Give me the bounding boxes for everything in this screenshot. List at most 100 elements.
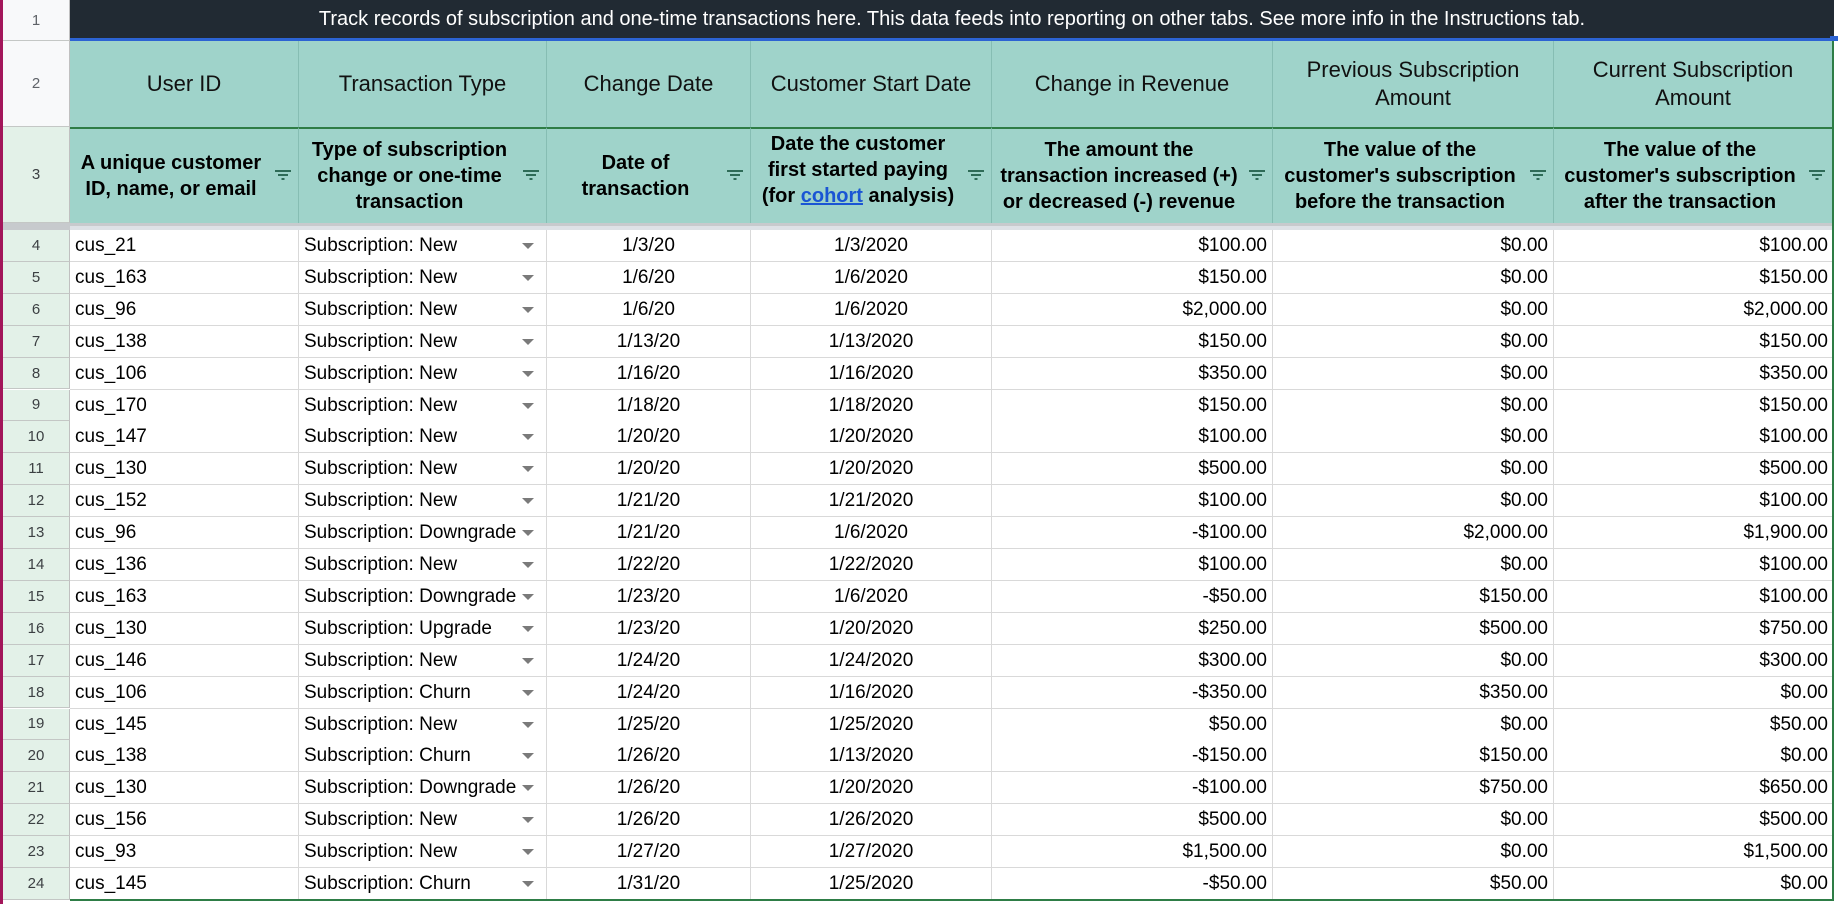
cell-change-in-revenue[interactable]: $150.00: [992, 389, 1273, 422]
cell-user-id[interactable]: cus_106: [70, 357, 299, 390]
cell-change-date[interactable]: 1/16/20: [547, 357, 751, 390]
cell-user-id[interactable]: cus_145: [70, 708, 299, 741]
cell-change-date[interactable]: 1/20/20: [547, 453, 751, 486]
cell-customer-start-date[interactable]: 1/25/2020: [751, 868, 992, 900]
cell-change-date[interactable]: 1/23/20: [547, 612, 751, 645]
cell-transaction-type[interactable]: Subscription: New: [299, 836, 547, 869]
cell-change-in-revenue[interactable]: $2,000.00: [992, 293, 1273, 326]
row-header-7[interactable]: 7: [3, 325, 70, 358]
column-title-change-date[interactable]: Change Date: [547, 41, 751, 127]
cell-change-date[interactable]: 1/3/20: [547, 230, 751, 262]
cell-change-in-revenue[interactable]: $100.00: [992, 230, 1273, 262]
cell-previous-subscription-amount[interactable]: $0.00: [1273, 357, 1554, 390]
cell-change-date[interactable]: 1/6/20: [547, 261, 751, 294]
row-header-2[interactable]: 2: [3, 41, 70, 127]
row-header-15[interactable]: 15: [3, 580, 70, 613]
cell-previous-subscription-amount[interactable]: $0.00: [1273, 836, 1554, 869]
cell-previous-subscription-amount[interactable]: $2,000.00: [1273, 517, 1554, 550]
dropdown-arrow-icon[interactable]: [522, 243, 534, 249]
dropdown-arrow-icon[interactable]: [522, 881, 534, 887]
filter-icon[interactable]: [275, 169, 291, 181]
cell-user-id[interactable]: cus_138: [70, 740, 299, 773]
cell-customer-start-date[interactable]: 1/6/2020: [751, 517, 992, 550]
filter-icon[interactable]: [968, 169, 984, 181]
row-header-20[interactable]: 20: [3, 740, 70, 773]
row-header-1[interactable]: 1: [3, 0, 70, 41]
cell-current-subscription-amount[interactable]: $750.00: [1554, 612, 1834, 645]
dropdown-arrow-icon[interactable]: [522, 785, 534, 792]
cell-change-in-revenue[interactable]: $150.00: [992, 325, 1273, 358]
row-header-3[interactable]: 3: [3, 127, 70, 223]
cell-customer-start-date[interactable]: 1/20/2020: [751, 612, 992, 645]
cell-user-id[interactable]: cus_138: [70, 325, 299, 358]
cell-previous-subscription-amount[interactable]: $0.00: [1273, 325, 1554, 358]
cell-change-date[interactable]: 1/20/20: [547, 421, 751, 454]
cell-transaction-type[interactable]: Subscription: Churn: [299, 676, 547, 709]
cell-current-subscription-amount[interactable]: $100.00: [1554, 421, 1834, 454]
dropdown-arrow-icon[interactable]: [522, 562, 534, 568]
cell-current-subscription-amount[interactable]: $150.00: [1554, 261, 1834, 294]
cell-change-date[interactable]: 1/18/20: [547, 389, 751, 422]
cell-change-in-revenue[interactable]: -$350.00: [992, 676, 1273, 709]
row-header-21[interactable]: 21: [3, 772, 70, 805]
filter-icon[interactable]: [523, 169, 539, 181]
filter-icon[interactable]: [1809, 169, 1825, 181]
cell-current-subscription-amount[interactable]: $1,500.00: [1554, 836, 1834, 869]
row-header-12[interactable]: 12: [3, 485, 70, 518]
cell-user-id[interactable]: cus_145: [70, 868, 299, 900]
column-title-current-subscription-amount[interactable]: Current Subscription Amount: [1554, 41, 1834, 127]
filter-icon[interactable]: [727, 169, 743, 181]
cell-change-in-revenue[interactable]: $100.00: [992, 549, 1273, 581]
column-description-current-subscription-amount[interactable]: The value of the customer's subscription…: [1554, 127, 1834, 223]
cell-customer-start-date[interactable]: 1/3/2020: [751, 230, 992, 262]
row-header-19[interactable]: 19: [3, 708, 70, 741]
cell-change-in-revenue[interactable]: -$50.00: [992, 580, 1273, 613]
cell-transaction-type[interactable]: Subscription: New: [299, 230, 547, 262]
cell-customer-start-date[interactable]: 1/13/2020: [751, 740, 992, 773]
row-header-18[interactable]: 18: [3, 676, 70, 709]
row-header-11[interactable]: 11: [3, 453, 70, 486]
cell-change-date[interactable]: 1/23/20: [547, 580, 751, 613]
cell-current-subscription-amount[interactable]: $500.00: [1554, 453, 1834, 486]
column-title-user-id[interactable]: User ID: [70, 41, 299, 127]
cell-change-in-revenue[interactable]: $150.00: [992, 261, 1273, 294]
dropdown-arrow-icon[interactable]: [522, 689, 534, 696]
filter-icon[interactable]: [1249, 169, 1265, 181]
dropdown-arrow-icon[interactable]: [522, 817, 534, 824]
cell-change-in-revenue[interactable]: $100.00: [992, 485, 1273, 518]
cell-customer-start-date[interactable]: 1/24/2020: [751, 644, 992, 677]
cell-current-subscription-amount[interactable]: $100.00: [1554, 485, 1834, 518]
column-title-customer-start-date[interactable]: Customer Start Date: [751, 41, 992, 127]
column-description-change-date[interactable]: Date of transaction: [547, 127, 751, 223]
column-description-transaction-type[interactable]: Type of subscription change or one-time …: [299, 127, 547, 223]
cell-transaction-type[interactable]: Subscription: New: [299, 421, 547, 454]
cell-current-subscription-amount[interactable]: $500.00: [1554, 804, 1834, 837]
row-header-8[interactable]: 8: [3, 357, 70, 390]
cell-previous-subscription-amount[interactable]: $0.00: [1273, 708, 1554, 741]
column-description-customer-start-date[interactable]: Date the customer first started paying (…: [751, 127, 992, 223]
dropdown-arrow-icon[interactable]: [522, 466, 534, 473]
column-description-change-in-revenue[interactable]: The amount the transaction increased (+)…: [992, 127, 1273, 223]
cell-current-subscription-amount[interactable]: $300.00: [1554, 644, 1834, 677]
column-title-previous-subscription-amount[interactable]: Previous Subscription Amount: [1273, 41, 1554, 127]
cell-current-subscription-amount[interactable]: $100.00: [1554, 580, 1834, 613]
cell-current-subscription-amount[interactable]: $350.00: [1554, 357, 1834, 390]
row-header-22[interactable]: 22: [3, 804, 70, 837]
cell-change-date[interactable]: 1/6/20: [547, 293, 751, 326]
row-header-10[interactable]: 10: [3, 421, 70, 454]
filter-icon[interactable]: [1530, 169, 1546, 181]
cell-change-date[interactable]: 1/22/20: [547, 549, 751, 581]
cell-previous-subscription-amount[interactable]: $150.00: [1273, 740, 1554, 773]
dropdown-arrow-icon[interactable]: [522, 498, 534, 505]
cell-transaction-type[interactable]: Subscription: Downgrade: [299, 772, 547, 805]
cell-customer-start-date[interactable]: 1/25/2020: [751, 708, 992, 741]
cell-change-date[interactable]: 1/21/20: [547, 485, 751, 518]
cell-previous-subscription-amount[interactable]: $0.00: [1273, 421, 1554, 454]
cell-previous-subscription-amount[interactable]: $50.00: [1273, 868, 1554, 900]
cell-transaction-type[interactable]: Subscription: New: [299, 485, 547, 518]
cell-previous-subscription-amount[interactable]: $0.00: [1273, 549, 1554, 581]
cell-previous-subscription-amount[interactable]: $0.00: [1273, 389, 1554, 422]
cell-change-date[interactable]: 1/13/20: [547, 325, 751, 358]
cell-change-in-revenue[interactable]: -$50.00: [992, 868, 1273, 900]
cell-current-subscription-amount[interactable]: $650.00: [1554, 772, 1834, 805]
